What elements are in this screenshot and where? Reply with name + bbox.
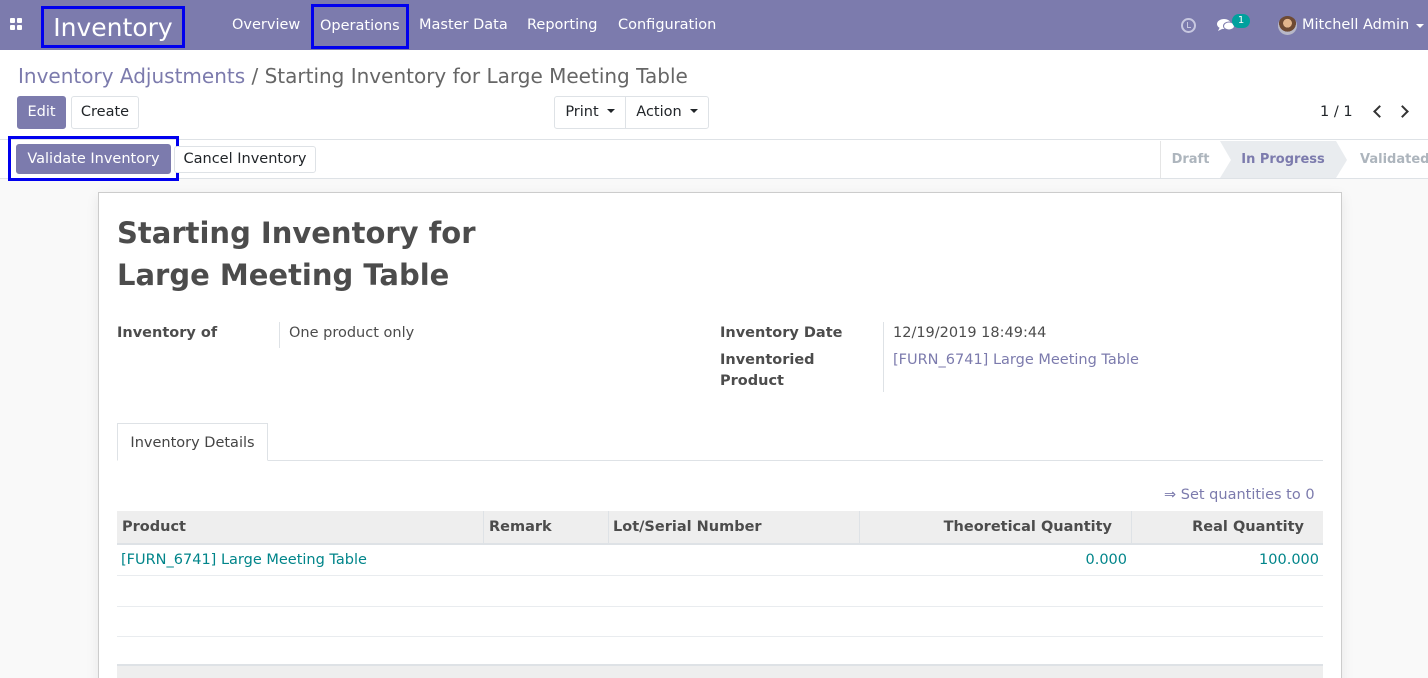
validate-inventory-button[interactable]: Validate Inventory [16, 144, 171, 174]
chevron-down-icon [689, 109, 698, 113]
column-lot-serial[interactable]: Lot/Serial Number [608, 511, 859, 545]
inventory-of-value: One product only [289, 325, 415, 341]
action-dropdown[interactable]: Action [625, 96, 709, 129]
chat-count-badge: 1 [1232, 14, 1250, 28]
inventoried-product-link[interactable]: [FURN_6741] Large Meeting Table [893, 350, 1139, 371]
breadcrumb-parent-link[interactable]: Inventory Adjustments [18, 64, 245, 88]
record-title: Starting Inventory for Large Meeting Tab… [117, 212, 537, 296]
record-title-line: Large Meeting Table [117, 258, 450, 292]
user-menu[interactable]: Mitchell Admin [1302, 0, 1409, 50]
apps-grid-icon[interactable] [10, 18, 24, 32]
set-quantities-button[interactable]: ⇒ Set quantities to 0 [1164, 487, 1315, 503]
create-button[interactable]: Create [71, 96, 139, 129]
label-line: Product [720, 373, 784, 389]
menu-operations[interactable]: Operations [311, 4, 409, 49]
column-real-quantity[interactable]: Real Quantity [1131, 511, 1309, 545]
table-row-empty [117, 606, 1323, 637]
tab-inventory-details[interactable]: Inventory Details [117, 423, 268, 461]
stage-draft[interactable]: Draft [1161, 141, 1220, 178]
row-theoretical-quantity[interactable]: 0.000 [960, 545, 1127, 576]
print-label: Print [565, 104, 599, 120]
stage-arrow [1220, 141, 1231, 178]
main-navbar: Inventory Overview Operations Master Dat… [0, 0, 1428, 50]
menu-master-data[interactable]: Master Data [419, 0, 508, 50]
print-dropdown[interactable]: Print [554, 96, 626, 129]
menu-overview[interactable]: Overview [232, 0, 300, 50]
stage-validated[interactable]: Validated [1356, 141, 1428, 178]
edit-button[interactable]: Edit [17, 96, 66, 129]
field-divider [279, 322, 280, 348]
stage-arrow [1336, 141, 1347, 178]
table-row-empty [117, 636, 1323, 667]
clock-icon[interactable] [1181, 18, 1196, 33]
app-brand[interactable]: Inventory [41, 6, 185, 48]
column-product[interactable]: Product [117, 511, 483, 545]
column-remark[interactable]: Remark [484, 511, 608, 545]
inventory-date-label: Inventory Date [720, 325, 843, 341]
user-avatar[interactable] [1278, 16, 1297, 35]
cancel-inventory-button[interactable]: Cancel Inventory [174, 146, 316, 173]
field-divider [883, 322, 884, 392]
pager-value[interactable]: 1 / 1 [1320, 104, 1353, 120]
menu-reporting[interactable]: Reporting [527, 0, 598, 50]
inventory-date-value: 12/19/2019 18:49:44 [893, 325, 1047, 341]
record-title-line: Starting Inventory for [117, 216, 476, 250]
menu-configuration[interactable]: Configuration [618, 0, 716, 50]
breadcrumb: Inventory Adjustments / Starting Invento… [18, 64, 688, 88]
inventoried-product-label: Inventoried Product [720, 350, 815, 392]
row-product[interactable]: [FURN_6741] Large Meeting Table [121, 545, 367, 576]
breadcrumb-current: Starting Inventory for Large Meeting Tab… [264, 64, 688, 88]
inventory-of-label: Inventory of [117, 325, 218, 341]
chevron-down-icon [606, 109, 615, 113]
table-footer [117, 664, 1323, 678]
tab-bar-line [117, 460, 1323, 461]
chevron-down-icon[interactable] [1416, 24, 1424, 28]
breadcrumb-separator: / [245, 64, 265, 88]
action-label: Action [636, 104, 682, 120]
row-real-quantity[interactable]: 100.000 [1140, 545, 1319, 576]
column-theoretical-quantity[interactable]: Theoretical Quantity [859, 511, 1117, 545]
table-row-empty [117, 576, 1323, 607]
label-line: Inventoried [720, 352, 815, 368]
stage-in-progress[interactable]: In Progress [1230, 141, 1336, 178]
